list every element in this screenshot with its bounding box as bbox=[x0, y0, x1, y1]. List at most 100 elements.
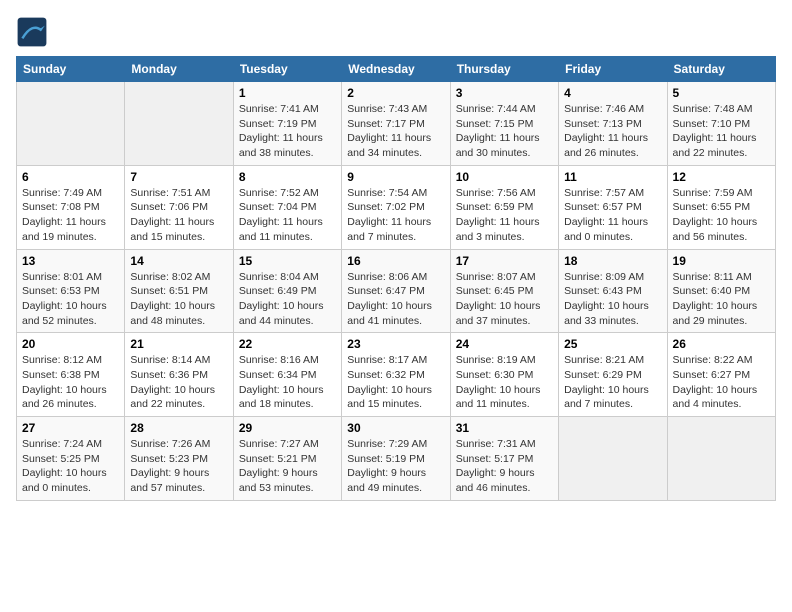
cell-info: Sunrise: 8:16 AM Sunset: 6:34 PM Dayligh… bbox=[239, 353, 336, 412]
day-number: 29 bbox=[239, 421, 336, 435]
day-number: 13 bbox=[22, 254, 119, 268]
calendar-cell: 21Sunrise: 8:14 AM Sunset: 6:36 PM Dayli… bbox=[125, 333, 233, 417]
cell-info: Sunrise: 8:06 AM Sunset: 6:47 PM Dayligh… bbox=[347, 270, 444, 329]
calendar-cell: 18 Sunrise: 8:09 AM Sunset: 6:43 PM Dayli… bbox=[559, 249, 667, 333]
day-number: 26 bbox=[673, 337, 770, 351]
cell-info: Sunrise: 7:57 AM Sunset: 6:57 PM Dayligh… bbox=[564, 186, 661, 245]
calendar-cell: 29 Sunrise: 7:27 AM Sunset: 5:21 PM Dayli… bbox=[233, 417, 341, 501]
day-number: 19 bbox=[673, 254, 770, 268]
cell-info: Sunrise: 8:04 AM Sunset: 6:49 PM Dayligh… bbox=[239, 270, 336, 329]
cell-info: Sunrise: 8:09 AM Sunset: 6:43 PM Dayligh… bbox=[564, 270, 661, 329]
page-header bbox=[16, 16, 776, 48]
weekday-header: Monday bbox=[125, 57, 233, 82]
cell-info: Sunrise: 8:21 AM Sunset: 6:29 PM Dayligh… bbox=[564, 353, 661, 412]
day-number: 10 bbox=[456, 170, 553, 184]
day-number: 21 bbox=[130, 337, 227, 351]
calendar-cell: 13 Sunrise: 8:01 AM Sunset: 6:53 PM Dayli… bbox=[17, 249, 125, 333]
logo bbox=[16, 16, 52, 48]
cell-info: Sunrise: 7:24 AM Sunset: 5:25 PM Dayligh… bbox=[22, 437, 119, 496]
cell-info: Sunrise: 7:44 AM Sunset: 7:15 PM Dayligh… bbox=[456, 102, 553, 161]
cell-info: Sunrise: 7:29 AM Sunset: 5:19 PM Dayligh… bbox=[347, 437, 444, 496]
weekday-header: Wednesday bbox=[342, 57, 450, 82]
calendar-cell: 5 Sunrise: 7:48 AM Sunset: 7:10 PM Daylig… bbox=[667, 82, 775, 166]
cell-info: Sunrise: 8:07 AM Sunset: 6:45 PM Dayligh… bbox=[456, 270, 553, 329]
day-number: 20 bbox=[22, 337, 119, 351]
calendar-cell: 3 Sunrise: 7:44 AM Sunset: 7:15 PM Daylig… bbox=[450, 82, 558, 166]
day-number: 16 bbox=[347, 254, 444, 268]
cell-info: Sunrise: 7:49 AM Sunset: 7:08 PM Dayligh… bbox=[22, 186, 119, 245]
calendar-cell: 16 Sunrise: 8:06 AM Sunset: 6:47 PM Dayli… bbox=[342, 249, 450, 333]
day-number: 9 bbox=[347, 170, 444, 184]
day-number: 25 bbox=[564, 337, 661, 351]
day-number: 28 bbox=[130, 421, 227, 435]
calendar-cell: 22 Sunrise: 8:16 AM Sunset: 6:34 PM Dayli… bbox=[233, 333, 341, 417]
calendar-week-row: 20 Sunrise: 8:12 AM Sunset: 6:38 PM Dayli… bbox=[17, 333, 776, 417]
cell-info: Sunrise: 7:31 AM Sunset: 5:17 PM Dayligh… bbox=[456, 437, 553, 496]
calendar-cell bbox=[17, 82, 125, 166]
cell-info: Sunrise: 7:51 AM Sunset: 7:06 PM Dayligh… bbox=[130, 186, 227, 245]
calendar-cell: 30 Sunrise: 7:29 AM Sunset: 5:19 PM Dayli… bbox=[342, 417, 450, 501]
calendar-cell: 28 Sunrise: 7:26 AM Sunset: 5:23 PM Dayli… bbox=[125, 417, 233, 501]
calendar-cell: 10 Sunrise: 7:56 AM Sunset: 6:59 PM Dayli… bbox=[450, 165, 558, 249]
day-number: 18 bbox=[564, 254, 661, 268]
cell-info: Sunrise: 8:12 AM Sunset: 6:38 PM Dayligh… bbox=[22, 353, 119, 412]
calendar-header: SundayMondayTuesdayWednesdayThursdayFrid… bbox=[17, 57, 776, 82]
calendar-cell: 20 Sunrise: 8:12 AM Sunset: 6:38 PM Dayli… bbox=[17, 333, 125, 417]
day-number: 23 bbox=[347, 337, 444, 351]
calendar-cell: 24 Sunrise: 8:19 AM Sunset: 6:30 PM Dayli… bbox=[450, 333, 558, 417]
day-number: 5 bbox=[673, 86, 770, 100]
logo-icon bbox=[16, 16, 48, 48]
calendar-cell: 27 Sunrise: 7:24 AM Sunset: 5:25 PM Dayli… bbox=[17, 417, 125, 501]
cell-info: Sunrise: 7:26 AM Sunset: 5:23 PM Dayligh… bbox=[130, 437, 227, 496]
day-number: 30 bbox=[347, 421, 444, 435]
calendar-cell: 1 Sunrise: 7:41 AM Sunset: 7:19 PM Daylig… bbox=[233, 82, 341, 166]
day-number: 27 bbox=[22, 421, 119, 435]
day-number: 22 bbox=[239, 337, 336, 351]
cell-info: Sunrise: 8:01 AM Sunset: 6:53 PM Dayligh… bbox=[22, 270, 119, 329]
cell-info: Sunrise: 8:17 AM Sunset: 6:32 PM Dayligh… bbox=[347, 353, 444, 412]
cell-info: Sunrise: 8:02 AM Sunset: 6:51 PM Dayligh… bbox=[130, 270, 227, 329]
day-number: 7 bbox=[130, 170, 227, 184]
cell-info: Sunrise: 7:27 AM Sunset: 5:21 PM Dayligh… bbox=[239, 437, 336, 496]
calendar-table: SundayMondayTuesdayWednesdayThursdayFrid… bbox=[16, 56, 776, 501]
weekday-header: Saturday bbox=[667, 57, 775, 82]
cell-info: Sunrise: 8:19 AM Sunset: 6:30 PM Dayligh… bbox=[456, 353, 553, 412]
cell-info: Sunrise: 7:46 AM Sunset: 7:13 PM Dayligh… bbox=[564, 102, 661, 161]
cell-info: Sunrise: 7:52 AM Sunset: 7:04 PM Dayligh… bbox=[239, 186, 336, 245]
calendar-cell: 9 Sunrise: 7:54 AM Sunset: 7:02 PM Daylig… bbox=[342, 165, 450, 249]
day-number: 12 bbox=[673, 170, 770, 184]
cell-info: Sunrise: 7:59 AM Sunset: 6:55 PM Dayligh… bbox=[673, 186, 770, 245]
weekday-header: Tuesday bbox=[233, 57, 341, 82]
cell-info: Sunrise: 7:48 AM Sunset: 7:10 PM Dayligh… bbox=[673, 102, 770, 161]
calendar-cell: 17Sunrise: 8:07 AM Sunset: 6:45 PM Dayli… bbox=[450, 249, 558, 333]
calendar-cell: 31Sunrise: 7:31 AM Sunset: 5:17 PM Dayli… bbox=[450, 417, 558, 501]
weekday-header: Sunday bbox=[17, 57, 125, 82]
calendar-cell: 4Sunrise: 7:46 AM Sunset: 7:13 PM Daylig… bbox=[559, 82, 667, 166]
day-number: 6 bbox=[22, 170, 119, 184]
calendar-cell: 14Sunrise: 8:02 AM Sunset: 6:51 PM Dayli… bbox=[125, 249, 233, 333]
day-number: 3 bbox=[456, 86, 553, 100]
day-number: 2 bbox=[347, 86, 444, 100]
calendar-cell: 19 Sunrise: 8:11 AM Sunset: 6:40 PM Dayli… bbox=[667, 249, 775, 333]
cell-info: Sunrise: 7:43 AM Sunset: 7:17 PM Dayligh… bbox=[347, 102, 444, 161]
cell-info: Sunrise: 8:11 AM Sunset: 6:40 PM Dayligh… bbox=[673, 270, 770, 329]
calendar-cell: 26 Sunrise: 8:22 AM Sunset: 6:27 PM Dayli… bbox=[667, 333, 775, 417]
calendar-cell: 8Sunrise: 7:52 AM Sunset: 7:04 PM Daylig… bbox=[233, 165, 341, 249]
calendar-cell: 12 Sunrise: 7:59 AM Sunset: 6:55 PM Dayli… bbox=[667, 165, 775, 249]
calendar-cell: 15 Sunrise: 8:04 AM Sunset: 6:49 PM Dayli… bbox=[233, 249, 341, 333]
weekday-header: Friday bbox=[559, 57, 667, 82]
day-number: 24 bbox=[456, 337, 553, 351]
weekday-header: Thursday bbox=[450, 57, 558, 82]
calendar-cell bbox=[667, 417, 775, 501]
calendar-cell: 25 Sunrise: 8:21 AM Sunset: 6:29 PM Dayli… bbox=[559, 333, 667, 417]
cell-info: Sunrise: 7:41 AM Sunset: 7:19 PM Dayligh… bbox=[239, 102, 336, 161]
day-number: 1 bbox=[239, 86, 336, 100]
cell-info: Sunrise: 7:54 AM Sunset: 7:02 PM Dayligh… bbox=[347, 186, 444, 245]
calendar-week-row: 27 Sunrise: 7:24 AM Sunset: 5:25 PM Dayli… bbox=[17, 417, 776, 501]
calendar-cell: 6 Sunrise: 7:49 AM Sunset: 7:08 PM Daylig… bbox=[17, 165, 125, 249]
cell-info: Sunrise: 7:56 AM Sunset: 6:59 PM Dayligh… bbox=[456, 186, 553, 245]
calendar-cell: 2 Sunrise: 7:43 AM Sunset: 7:17 PM Daylig… bbox=[342, 82, 450, 166]
day-number: 15 bbox=[239, 254, 336, 268]
cell-info: Sunrise: 8:22 AM Sunset: 6:27 PM Dayligh… bbox=[673, 353, 770, 412]
calendar-week-row: 1 Sunrise: 7:41 AM Sunset: 7:19 PM Daylig… bbox=[17, 82, 776, 166]
